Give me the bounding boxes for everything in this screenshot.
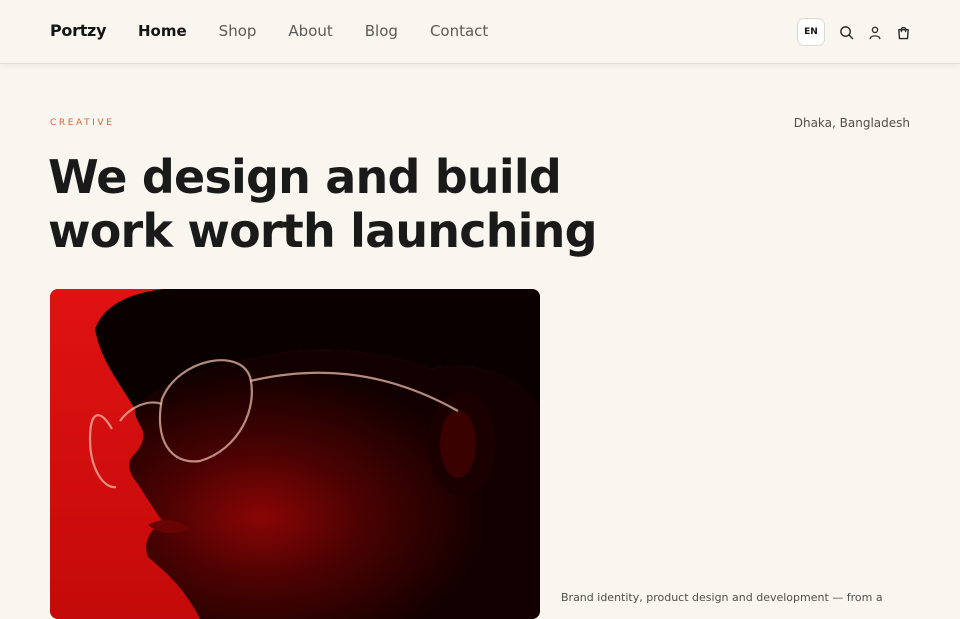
language-button[interactable]: EN — [797, 18, 825, 46]
headline-line-1: We design and build — [48, 150, 562, 204]
site-header: Portzy Home Shop About Blog Contact EN — [0, 0, 960, 64]
eyebrow-label: CREATIVE — [50, 118, 115, 128]
location-text: Dhaka, Bangladesh — [793, 116, 910, 130]
main-nav: Home Shop About Blog Contact — [138, 22, 488, 40]
cart-icon[interactable] — [895, 23, 911, 41]
hero-headline: We design and build work worth launching — [48, 150, 648, 258]
hero-image — [50, 289, 540, 619]
search-icon[interactable] — [838, 23, 854, 41]
user-icon[interactable] — [867, 23, 883, 41]
logo[interactable]: Portzy — [50, 21, 107, 40]
hero-description: Brand identity, product design and devel… — [561, 591, 883, 604]
nav-blog[interactable]: Blog — [365, 22, 398, 40]
nav-home[interactable]: Home — [138, 22, 187, 40]
nav-shop[interactable]: Shop — [219, 22, 257, 40]
nav-contact[interactable]: Contact — [430, 22, 488, 40]
nav-about[interactable]: About — [288, 22, 332, 40]
headline-line-2: work worth launching — [48, 204, 598, 258]
